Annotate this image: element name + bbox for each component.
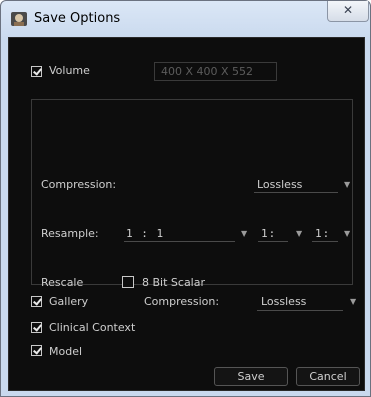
- resample-second-value: 1:: [261, 227, 277, 240]
- model-label: Model: [49, 345, 83, 358]
- close-button[interactable]: ✕: [327, 1, 369, 22]
- rescale-label: Rescale: [41, 276, 84, 289]
- model-checkbox[interactable]: [31, 345, 42, 356]
- title-bar[interactable]: Save Options ✕: [1, 1, 370, 35]
- resample-third-dropdown[interactable]: [312, 241, 338, 242]
- resample-ratio-value: 1 : 1: [126, 227, 165, 240]
- save-options-dialog: Save Options ✕ Volume 400 X 400 X 552 Co…: [0, 0, 371, 397]
- dropdown-arrow-icon[interactable]: ▼: [241, 229, 247, 238]
- volume-label: Volume: [49, 64, 90, 77]
- gallery-compression-label: Compression:: [144, 295, 220, 308]
- volume-dimensions-field: 400 X 400 X 552: [154, 62, 277, 81]
- close-icon: ✕: [342, 3, 354, 17]
- dropdown-arrow-icon[interactable]: ▼: [350, 297, 356, 306]
- compression-label: Compression:: [41, 178, 117, 191]
- resample-label: Resample:: [41, 227, 99, 240]
- compression-dropdown-value: Lossless: [257, 178, 303, 191]
- gallery-checkbox[interactable]: [31, 296, 42, 307]
- app-icon: [11, 12, 27, 26]
- dropdown-arrow-icon[interactable]: ▼: [344, 229, 350, 238]
- save-button[interactable]: Save: [214, 367, 288, 386]
- resample-second-dropdown[interactable]: [258, 241, 288, 242]
- clinical-context-checkbox[interactable]: [31, 322, 42, 333]
- gallery-compression-dropdown[interactable]: [257, 310, 343, 311]
- clinical-context-label: Clinical Context: [49, 321, 136, 334]
- resample-third-value: 1:: [315, 227, 331, 240]
- rescale-8bit-checkbox[interactable]: [122, 276, 134, 288]
- volume-options-panel: Compression: Lossless ▼ Resample: 1 : 1 …: [31, 99, 353, 289]
- dropdown-arrow-icon[interactable]: ▼: [296, 229, 302, 238]
- cancel-button[interactable]: Cancel: [296, 367, 360, 386]
- dropdown-arrow-icon[interactable]: ▼: [344, 180, 350, 189]
- volume-checkbox[interactable]: [31, 66, 42, 77]
- gallery-label: Gallery: [49, 295, 89, 308]
- resample-ratio-dropdown[interactable]: [124, 241, 235, 242]
- dialog-title: Save Options: [34, 11, 121, 26]
- rescale-8bit-label: 8 Bit Scalar: [142, 276, 205, 289]
- gallery-compression-value: Lossless: [261, 295, 307, 308]
- dialog-body: Volume 400 X 400 X 552 Compression: Loss…: [8, 37, 365, 391]
- compression-dropdown[interactable]: [254, 192, 338, 193]
